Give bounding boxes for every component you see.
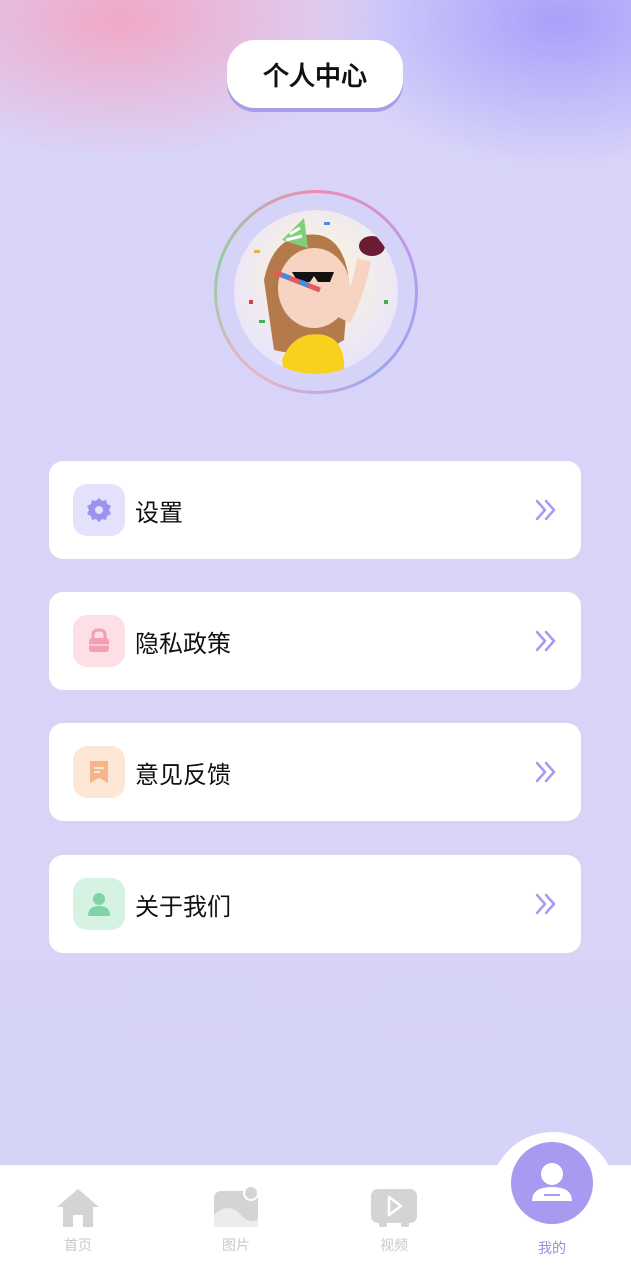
- gear-icon: [73, 484, 125, 536]
- tab-profile[interactable]: [511, 1142, 593, 1224]
- tab-label: 首页: [64, 1238, 92, 1254]
- home-icon: [57, 1189, 99, 1227]
- chevron-right-icon: [535, 499, 556, 521]
- menu-item-label: 意见反馈: [135, 760, 231, 789]
- feedback-icon: [73, 746, 125, 798]
- tab-video[interactable]: 视频: [344, 1185, 444, 1255]
- menu-item-settings[interactable]: 设置: [49, 461, 581, 559]
- menu-item-feedback[interactable]: 意见反馈: [49, 723, 581, 821]
- image-icon: [214, 1185, 259, 1227]
- menu-item-label: 设置: [135, 498, 183, 527]
- chevron-right-icon: [535, 630, 556, 652]
- chevron-right-icon: [535, 893, 556, 915]
- profile-icon: [532, 1163, 572, 1201]
- avatar[interactable]: [214, 190, 418, 394]
- lock-icon: [73, 615, 125, 667]
- page-title: 个人中心: [227, 40, 403, 108]
- video-icon: [371, 1189, 417, 1227]
- tab-label: 视频: [380, 1238, 408, 1254]
- tab-home[interactable]: 首页: [28, 1185, 128, 1255]
- tab-profile-label: 我的: [502, 1236, 602, 1258]
- tab-images[interactable]: 图片: [186, 1185, 286, 1255]
- tab-label: 我的: [538, 1241, 566, 1257]
- page-title-text: 个人中心: [262, 61, 367, 92]
- menu-item-label: 隐私政策: [135, 629, 231, 658]
- chevron-right-icon: [535, 761, 556, 783]
- menu-item-label: 关于我们: [135, 892, 231, 921]
- avatar-image: [234, 210, 398, 374]
- tab-label: 图片: [222, 1238, 250, 1254]
- menu-item-privacy[interactable]: 隐私政策: [49, 592, 581, 690]
- menu-item-about[interactable]: 关于我们: [49, 855, 581, 953]
- user-icon: [73, 878, 125, 930]
